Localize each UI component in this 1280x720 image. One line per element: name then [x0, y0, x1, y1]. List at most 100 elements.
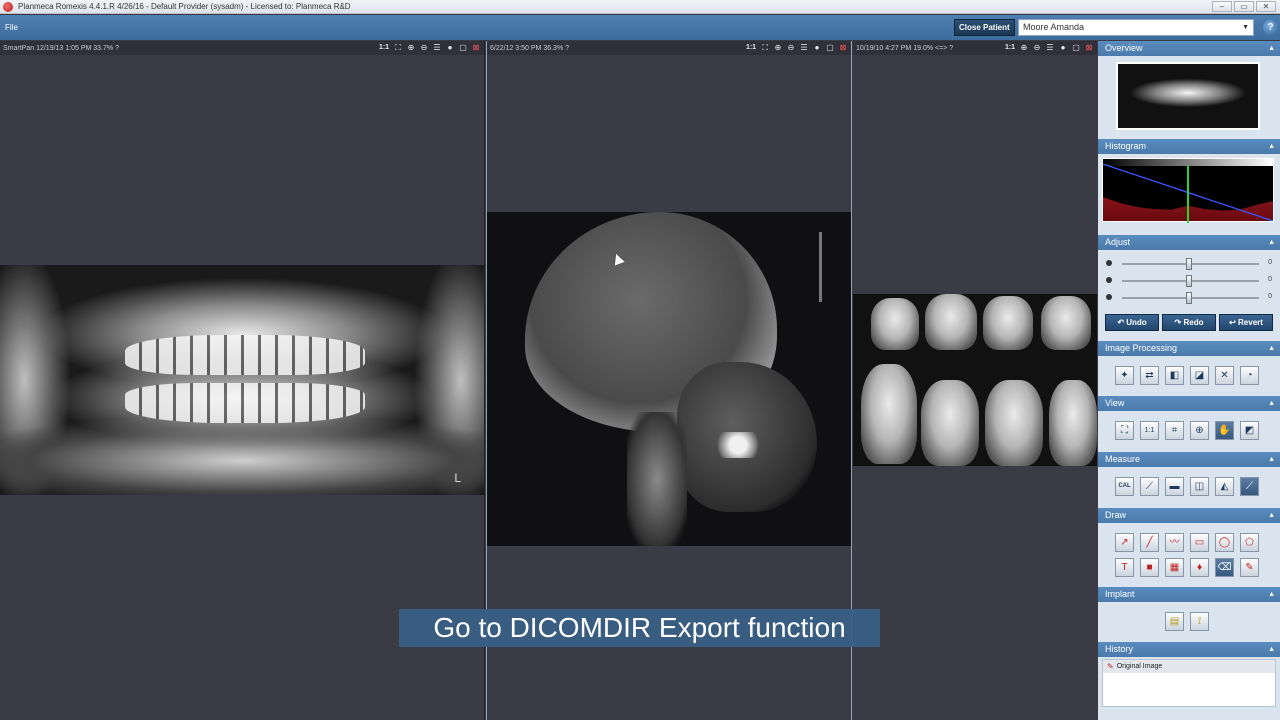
view-header[interactable]: View ▲ [1098, 396, 1280, 411]
adjust-header[interactable]: Adjust ▲ [1098, 235, 1280, 250]
maximize-button[interactable]: ▭ [1234, 1, 1254, 12]
close-icon[interactable]: ⊠ [471, 42, 481, 53]
slider-thumb[interactable] [1186, 275, 1192, 287]
zoom-icon[interactable]: ⊕ [1190, 421, 1209, 440]
close-patient-button[interactable]: Close Patient [954, 19, 1015, 36]
one-to-one-button[interactable]: 1:1 [1004, 42, 1016, 53]
measure-profile-icon[interactable]: ◭ [1215, 477, 1234, 496]
overview-header[interactable]: Overview ▲ [1098, 41, 1280, 56]
fit-icon[interactable]: ⛶ [760, 42, 770, 53]
implant-body: ▤ ⟟ [1098, 602, 1280, 642]
close-icon[interactable]: ⊠ [1084, 42, 1094, 53]
draw-line-icon[interactable]: ╱ [1140, 533, 1159, 552]
maximize-icon[interactable]: ▢ [825, 42, 835, 53]
histogram-chart[interactable] [1102, 158, 1274, 223]
pan-hand-icon[interactable]: ✋ [1215, 421, 1234, 440]
chevron-up-icon[interactable]: ▲ [1268, 235, 1275, 250]
measure-length-icon[interactable]: ⟋ [1140, 477, 1159, 496]
history-list[interactable]: ✎ Original Image [1102, 659, 1276, 707]
zoom-in-icon[interactable]: ⊕ [406, 42, 416, 53]
sharpen-icon[interactable]: ✦ [1115, 366, 1134, 385]
one-to-one-icon[interactable]: 1:1 [1140, 421, 1159, 440]
fit-to-window-icon[interactable]: ⛶ [1115, 421, 1134, 440]
histogram-marker[interactable] [1187, 166, 1189, 223]
history-item[interactable]: ✎ Original Image [1103, 660, 1275, 673]
minimize-button[interactable]: – [1212, 1, 1232, 12]
measure-line-icon[interactable]: ▬ [1165, 477, 1184, 496]
gamma-slider[interactable]: 0 [1106, 292, 1274, 304]
draw-settings-icon[interactable]: ✎ [1240, 558, 1259, 577]
draw-header[interactable]: Draw ▲ [1098, 508, 1280, 523]
maximize-icon[interactable]: ▢ [458, 42, 468, 53]
close-icon[interactable]: ⊠ [838, 42, 848, 53]
implant-header[interactable]: Implant ▲ [1098, 587, 1280, 602]
zoom-in-icon[interactable]: ⊕ [773, 42, 783, 53]
chevron-up-icon[interactable]: ▲ [1268, 587, 1275, 602]
calibrate-icon[interactable]: CAL [1115, 477, 1134, 496]
one-to-one-button[interactable]: 1:1 [378, 42, 390, 53]
undo-button[interactable]: ↶ Undo [1105, 314, 1159, 331]
zoom-out-icon[interactable]: ⊖ [1032, 42, 1042, 53]
menu-file[interactable]: File [5, 23, 18, 32]
draw-polygon-icon[interactable]: ⬠ [1240, 533, 1259, 552]
implant-library-icon[interactable]: ▤ [1165, 612, 1184, 631]
help-button[interactable]: ? [1263, 20, 1278, 35]
zoom-out-icon[interactable]: ⊖ [786, 42, 796, 53]
revert-button[interactable]: ↩ Revert [1219, 314, 1273, 331]
chevron-up-icon[interactable]: ▲ [1268, 508, 1275, 523]
zoom-in-icon[interactable]: ⊕ [1019, 42, 1029, 53]
crop-icon[interactable]: ⌗ [1165, 421, 1184, 440]
fit-icon[interactable]: ⛶ [393, 42, 403, 53]
zoom-out-icon[interactable]: ⊖ [419, 42, 429, 53]
comment-icon[interactable]: ● [445, 42, 455, 53]
measure-area-icon[interactable]: ◫ [1190, 477, 1209, 496]
chevron-up-icon[interactable]: ▲ [1268, 41, 1275, 56]
draw-grid-icon[interactable]: ▦ [1165, 558, 1184, 577]
chevron-up-icon[interactable]: ▲ [1268, 139, 1275, 154]
draw-arrow-icon[interactable]: ↗ [1115, 533, 1134, 552]
list-icon[interactable]: ☰ [1045, 42, 1055, 53]
cephalometric-xray-image[interactable]: ▲ [487, 212, 851, 546]
chevron-up-icon[interactable]: ▲ [1268, 642, 1275, 657]
mirror-icon[interactable]: ✕ [1215, 366, 1234, 385]
draw-filled-rect-icon[interactable]: ■ [1140, 558, 1159, 577]
patient-select[interactable]: Moore Amanda ▼ [1018, 19, 1254, 36]
slider-thumb[interactable] [1186, 258, 1192, 270]
one-to-one-button[interactable]: 1:1 [745, 42, 757, 53]
redo-button[interactable]: ↷ Redo [1162, 314, 1216, 331]
colorize-icon[interactable]: ◧ [1165, 366, 1184, 385]
draw-ellipse-icon[interactable]: ◯ [1215, 533, 1234, 552]
draw-freehand-icon[interactable]: 〰 [1165, 533, 1184, 552]
histogram-header[interactable]: Histogram ▲ [1098, 139, 1280, 154]
implant-place-icon[interactable]: ⟟ [1190, 612, 1209, 631]
maximize-icon[interactable]: ▢ [1071, 42, 1081, 53]
chevron-up-icon[interactable]: ▲ [1268, 452, 1275, 467]
image-processing-header[interactable]: Image Processing ▲ [1098, 341, 1280, 356]
emboss-icon[interactable]: ◪ [1190, 366, 1209, 385]
draw-eraser-icon[interactable]: ⌫ [1215, 558, 1234, 577]
chevron-up-icon[interactable]: ▲ [1268, 396, 1275, 411]
bitewing-xray-image[interactable] [853, 294, 1097, 466]
panoramic-xray-image[interactable]: L [0, 265, 484, 495]
comment-icon[interactable]: ● [812, 42, 822, 53]
magnifier-icon[interactable]: ◔ [1240, 366, 1259, 385]
overview-thumbnail[interactable] [1116, 62, 1260, 130]
draw-title: Draw [1105, 510, 1127, 520]
chevron-up-icon[interactable]: ▲ [1268, 341, 1275, 356]
list-icon[interactable]: ☰ [799, 42, 809, 53]
close-window-button[interactable]: ✕ [1256, 1, 1276, 12]
comment-icon[interactable]: ● [1058, 42, 1068, 53]
window-level-icon[interactable]: ◩ [1240, 421, 1259, 440]
measure-header[interactable]: Measure ▲ [1098, 452, 1280, 467]
slider-thumb[interactable] [1186, 292, 1192, 304]
history-header[interactable]: History ▲ [1098, 642, 1280, 657]
invert-icon[interactable]: ⇄ [1140, 366, 1159, 385]
brightness-slider[interactable]: 0 [1106, 258, 1274, 270]
draw-rectangle-icon[interactable]: ▭ [1190, 533, 1209, 552]
draw-text-icon[interactable]: T [1115, 558, 1134, 577]
viewport-bitewing[interactable]: 10/19/10 4:27 PM 19.0% <=> ? 1:1 ⊕ ⊖ ☰ ●… [853, 41, 1097, 720]
draw-stamp-icon[interactable]: ♦ [1190, 558, 1209, 577]
contrast-slider[interactable]: 0 [1106, 275, 1274, 287]
list-icon[interactable]: ☰ [432, 42, 442, 53]
measure-angle-icon[interactable]: ⟋ [1240, 477, 1259, 496]
